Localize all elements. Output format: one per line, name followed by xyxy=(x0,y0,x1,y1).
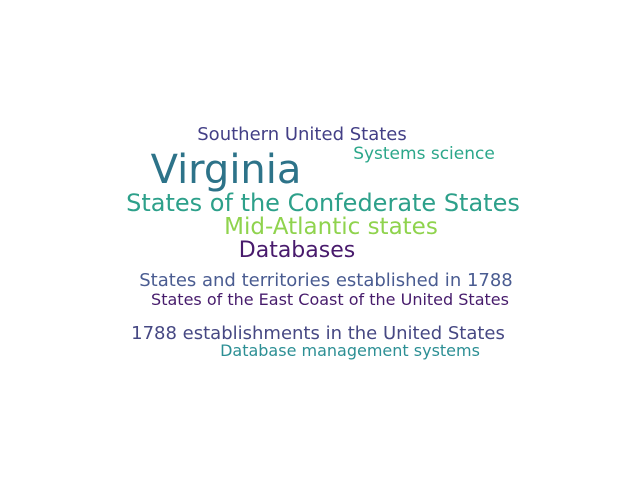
word-systems-science: Systems science xyxy=(353,144,495,164)
word-databases: Databases xyxy=(238,238,356,263)
word-cloud: Virginia Southern United States Systems … xyxy=(0,0,640,480)
word-database-management-systems: Database management systems xyxy=(220,341,480,360)
word-states-territories-1788: States and territories established in 17… xyxy=(139,270,513,291)
word-east-coast-states: States of the East Coast of the United S… xyxy=(151,290,509,309)
word-southern-united-states: Southern United States xyxy=(197,124,407,145)
word-confederate-states: States of the Confederate States xyxy=(126,189,520,217)
word-virginia: Virginia xyxy=(150,147,302,193)
word-mid-atlantic-states: Mid-Atlantic states xyxy=(224,214,438,240)
